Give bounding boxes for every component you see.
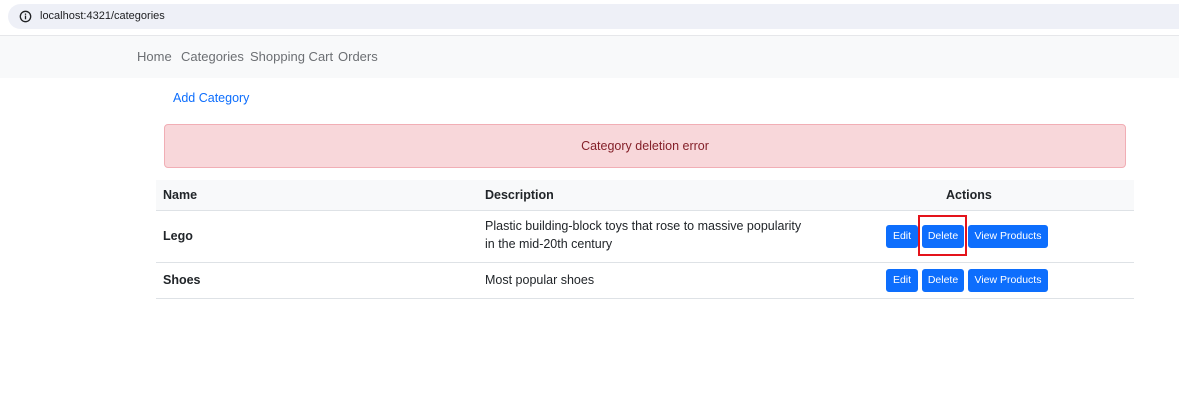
highlight-box xyxy=(918,215,967,256)
view-products-button[interactable]: View Products xyxy=(968,225,1048,248)
delete-button[interactable]: Delete xyxy=(922,269,964,292)
table-row: Shoes Most popular shoes Edit Delete Vie… xyxy=(156,263,1134,299)
row-description: Most popular shoes xyxy=(485,273,595,287)
browser-address-bar: localhost:4321/categories xyxy=(0,0,1179,34)
alert-text: Category deletion error xyxy=(581,139,709,153)
header-name: Name xyxy=(163,188,198,202)
row-name: Shoes xyxy=(163,273,201,287)
url-text: localhost:4321/categories xyxy=(40,10,165,22)
table-header: Name Description Actions xyxy=(156,180,1134,211)
navbar: Home Categories Shopping Cart Orders xyxy=(0,35,1179,78)
view-products-button[interactable]: View Products xyxy=(968,269,1048,292)
row-name: Lego xyxy=(163,229,193,243)
error-alert: Category deletion error xyxy=(164,124,1126,168)
table-row: Lego Plastic building-block toys that ro… xyxy=(156,211,1134,263)
edit-button[interactable]: Edit xyxy=(886,269,918,292)
nav-categories[interactable]: Categories xyxy=(181,49,244,65)
nav-orders[interactable]: Orders xyxy=(338,49,378,65)
header-description: Description xyxy=(485,188,554,202)
header-actions: Actions xyxy=(946,188,992,202)
info-circle-icon[interactable] xyxy=(19,10,32,23)
edit-button[interactable]: Edit xyxy=(886,225,918,248)
url-field[interactable]: localhost:4321/categories xyxy=(8,4,1179,29)
row-description: Plastic building-block toys that rose to… xyxy=(485,219,802,251)
nav-shopping-cart[interactable]: Shopping Cart xyxy=(250,49,333,65)
add-category-link[interactable]: Add Category xyxy=(173,91,249,106)
nav-home[interactable]: Home xyxy=(137,49,172,65)
